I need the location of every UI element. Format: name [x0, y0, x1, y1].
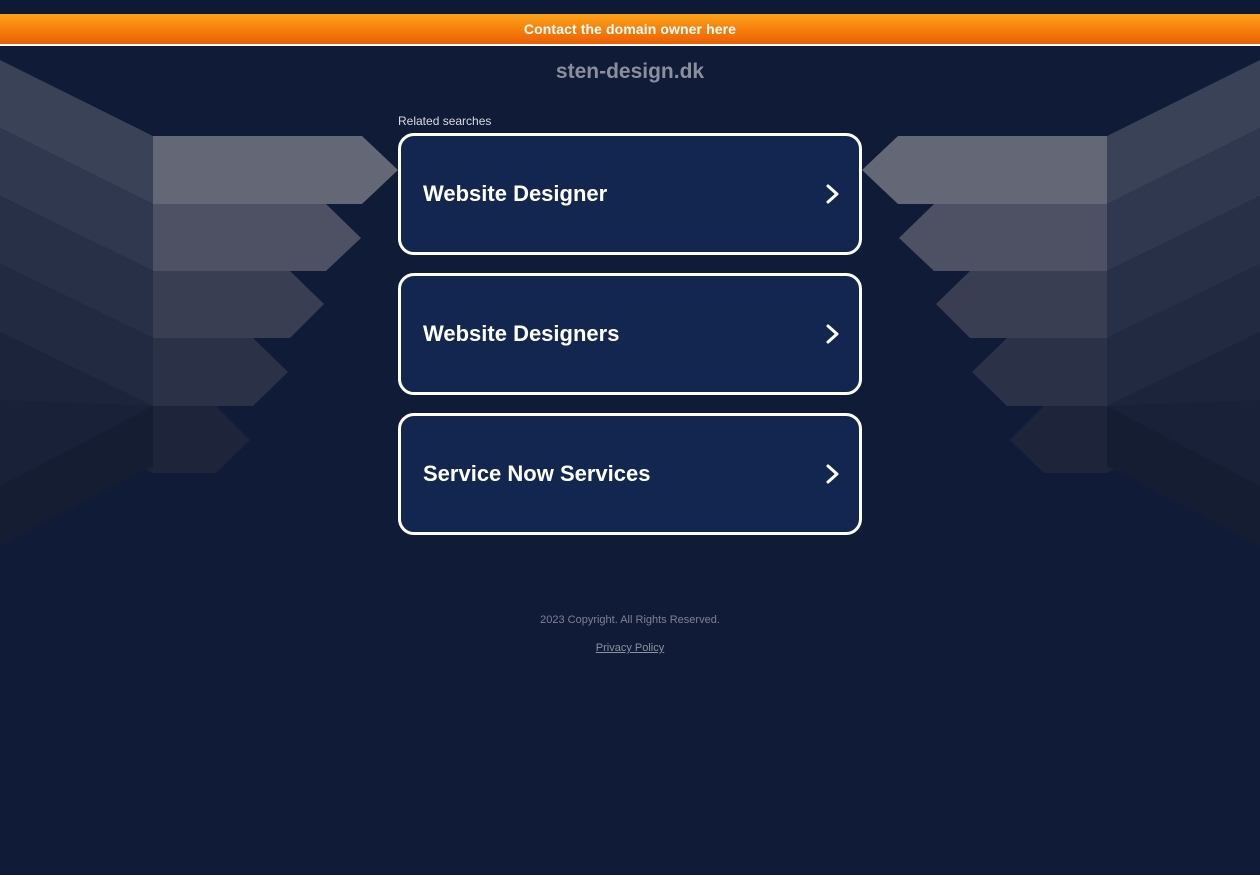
domain-name-title: sten-design.dk — [555, 60, 705, 83]
parked-domain-page: Contact the domain owner here sten-desig… — [0, 0, 1260, 875]
related-searches-label: Related searches — [398, 114, 492, 128]
chevron-right-icon — [826, 464, 839, 484]
privacy-policy-link[interactable]: Privacy Policy — [596, 642, 664, 654]
copyright-text: 2023 Copyright. All Rights Reserved. — [540, 614, 720, 626]
chevron-right-icon — [826, 184, 839, 204]
related-search-card[interactable]: Website Designer — [398, 133, 862, 255]
top-strip — [0, 0, 1260, 14]
chevron-right-icon — [826, 324, 839, 344]
related-search-card[interactable]: Service Now Services — [398, 413, 862, 535]
contact-owner-label: Contact the domain owner here — [523, 21, 737, 37]
privacy-policy: Privacy Policy — [0, 642, 1260, 654]
related-search-label: Website Designer — [423, 181, 608, 206]
related-search-label: Website Designers — [423, 321, 620, 346]
related-search-label: Service Now Services — [423, 461, 651, 486]
contact-owner-bar[interactable]: Contact the domain owner here — [0, 14, 1260, 46]
related-search-card[interactable]: Website Designers — [398, 273, 862, 395]
